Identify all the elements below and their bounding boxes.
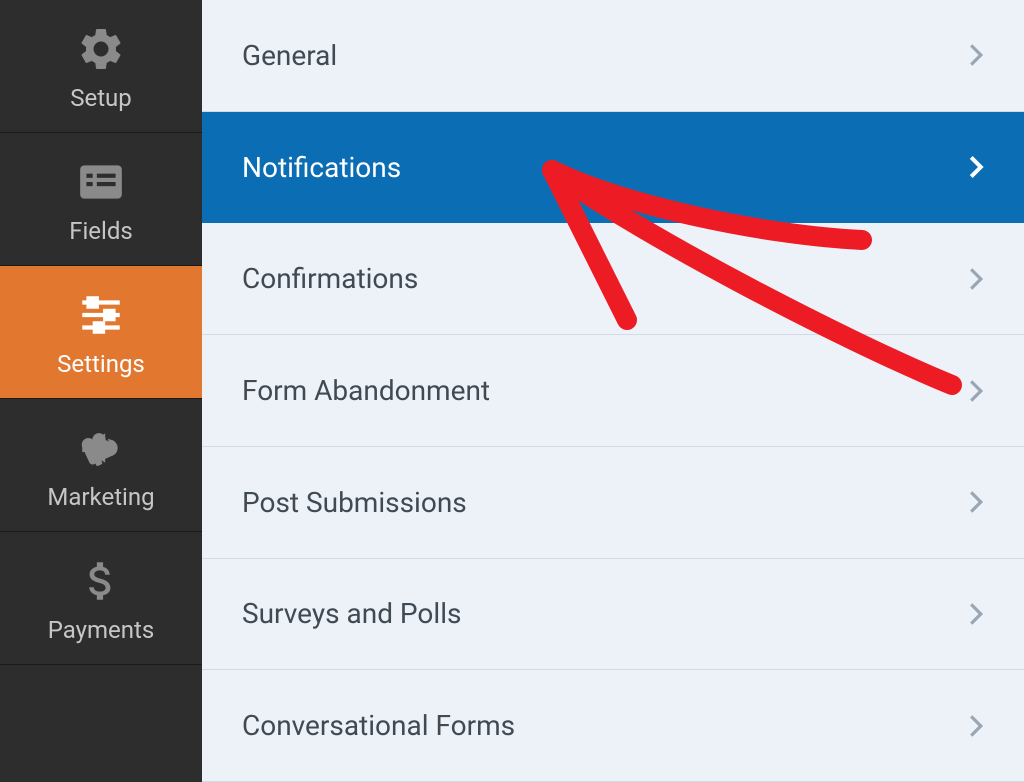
sidebar: Setup Fields Settings Marketing Payments	[0, 0, 202, 782]
settings-item-general[interactable]: General	[202, 0, 1024, 112]
sidebar-item-label: Fields	[69, 217, 133, 245]
settings-item-label: General	[242, 39, 337, 72]
settings-panel: General Notifications Confirmations Form…	[202, 0, 1024, 782]
megaphone-icon	[76, 423, 126, 473]
sidebar-item-setup[interactable]: Setup	[0, 0, 202, 133]
sidebar-item-label: Setup	[70, 84, 132, 112]
sidebar-item-payments[interactable]: Payments	[0, 532, 202, 665]
settings-item-notifications[interactable]: Notifications	[202, 112, 1024, 224]
chevron-right-icon	[968, 266, 984, 292]
chevron-right-icon	[968, 489, 984, 515]
gear-icon	[76, 24, 126, 74]
chevron-right-icon	[968, 154, 984, 180]
settings-item-label: Notifications	[242, 151, 401, 184]
settings-item-conversational-forms[interactable]: Conversational Forms	[202, 670, 1024, 782]
sidebar-item-fields[interactable]: Fields	[0, 133, 202, 266]
chevron-right-icon	[968, 713, 984, 739]
settings-item-surveys-polls[interactable]: Surveys and Polls	[202, 559, 1024, 671]
sidebar-item-label: Settings	[57, 350, 145, 378]
settings-item-confirmations[interactable]: Confirmations	[202, 223, 1024, 335]
chevron-right-icon	[968, 601, 984, 627]
settings-item-label: Conversational Forms	[242, 709, 515, 742]
settings-item-post-submissions[interactable]: Post Submissions	[202, 447, 1024, 559]
settings-item-form-abandonment[interactable]: Form Abandonment	[202, 335, 1024, 447]
settings-item-label: Post Submissions	[242, 486, 467, 519]
sidebar-item-label: Marketing	[47, 483, 154, 511]
sidebar-item-settings[interactable]: Settings	[0, 266, 202, 399]
list-icon	[76, 157, 126, 207]
chevron-right-icon	[968, 42, 984, 68]
dollar-icon	[76, 556, 126, 606]
sidebar-item-label: Payments	[48, 616, 155, 644]
sliders-icon	[76, 290, 126, 340]
settings-item-label: Form Abandonment	[242, 374, 490, 407]
settings-item-label: Confirmations	[242, 262, 418, 295]
settings-item-label: Surveys and Polls	[242, 597, 461, 630]
chevron-right-icon	[968, 378, 984, 404]
sidebar-item-marketing[interactable]: Marketing	[0, 399, 202, 532]
